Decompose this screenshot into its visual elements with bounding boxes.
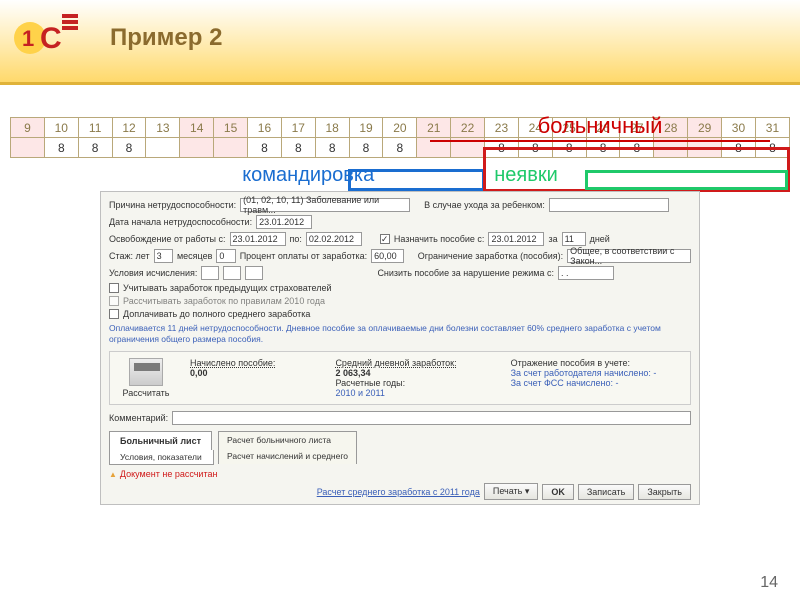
print-button[interactable]: Печать ▾ <box>484 483 539 500</box>
release-label: Освобождение от работы с: <box>109 234 226 244</box>
cal-val: 8 <box>281 138 315 158</box>
release-to-date[interactable]: 02.02.2012 <box>306 232 362 246</box>
cal-day: 20 <box>383 118 417 138</box>
accrued-value: 0,00 <box>190 368 275 378</box>
cal-day: 9 <box>11 118 45 138</box>
cal-day: 13 <box>146 118 180 138</box>
tab-calc-avg[interactable]: Расчет начислений и среднего <box>218 448 357 464</box>
for-label: за <box>548 234 557 244</box>
cal-day: 10 <box>44 118 78 138</box>
exp-m-label: месяцев <box>177 251 212 261</box>
cb-prev-insurers[interactable] <box>109 283 119 293</box>
exp-years[interactable]: 3 <box>154 249 173 263</box>
sick-leave-label: больничный <box>430 113 770 142</box>
reduce-label: Снизить пособие за нарушение режима с: <box>377 268 554 278</box>
cal-val: 8 <box>112 138 146 158</box>
cal-val <box>214 138 248 158</box>
calculate-button[interactable]: Рассчитать <box>116 358 176 398</box>
start-date[interactable]: 23.01.2012 <box>256 215 312 229</box>
cond-3[interactable] <box>245 266 263 280</box>
status-not-calculated: Документ не рассчитан <box>109 469 691 479</box>
reduce-date[interactable]: . . <box>558 266 614 280</box>
ok-button[interactable]: OK <box>542 484 574 500</box>
cal-val <box>180 138 214 158</box>
cal-day: 12 <box>112 118 146 138</box>
comment-label: Комментарий: <box>109 413 168 423</box>
sick-leave-form: Причина нетрудоспособности: (01, 02, 10,… <box>100 191 700 505</box>
page-number: 14 <box>760 574 778 592</box>
assign-label: Назначить пособие с: <box>394 234 485 244</box>
exp-label: Стаж: лет <box>109 251 150 261</box>
to-label: по: <box>290 234 302 244</box>
tab-calc-sick[interactable]: Расчет больничного листа <box>218 431 357 448</box>
cb-full-avg[interactable] <box>109 309 119 319</box>
cb3-label: Доплачивать до полного среднего заработк… <box>123 309 310 319</box>
cal-val: 8 <box>315 138 349 158</box>
cal-val: 8 <box>383 138 417 158</box>
header-separator <box>0 82 800 85</box>
cb-2010-rules[interactable] <box>109 296 119 306</box>
cal-day: 17 <box>281 118 315 138</box>
logo-1c: 1С <box>12 6 82 66</box>
cond-1[interactable] <box>201 266 219 280</box>
limit-input[interactable]: Общее, в соответствии с Закон... <box>567 249 691 263</box>
days-word: дней <box>590 234 610 244</box>
limit-label: Ограничение заработка (пособия): <box>418 251 563 261</box>
save-button[interactable]: Записать <box>578 484 634 500</box>
pct-input[interactable]: 60,00 <box>371 249 404 263</box>
calc-note: Оплачивается 11 дней нетрудоспособности.… <box>109 323 691 345</box>
svg-text:1: 1 <box>22 26 34 51</box>
tab-sub-conditions: Условия, показатели <box>109 450 214 465</box>
cal-val: 8 <box>44 138 78 158</box>
assign-date[interactable]: 23.01.2012 <box>488 232 544 246</box>
legend-absence: неявки <box>494 164 558 187</box>
cal-day: 16 <box>248 118 282 138</box>
legend-trip: командировка <box>242 164 374 187</box>
years-label: Расчетные годы: <box>335 378 456 388</box>
cal-val: 8 <box>349 138 383 158</box>
page-title: Пример 2 <box>110 24 222 52</box>
cal-val <box>11 138 45 158</box>
cond-2[interactable] <box>223 266 241 280</box>
reason-label: Причина нетрудоспособности: <box>109 200 236 210</box>
start-label: Дата начала нетрудоспособности: <box>109 217 252 227</box>
child-input[interactable] <box>549 198 669 212</box>
accrued-label: Начислено пособие: <box>190 358 275 368</box>
cal-day: 18 <box>315 118 349 138</box>
pct-label: Процент оплаты от заработка: <box>240 251 367 261</box>
reason-input[interactable]: (01, 02, 10, 11) Заболевание или травм..… <box>240 198 410 212</box>
cal-day: 19 <box>349 118 383 138</box>
comment-input[interactable] <box>172 411 691 425</box>
calc-summary: Рассчитать Начислено пособие: 0,00 Средн… <box>109 351 691 405</box>
cal-day: 14 <box>180 118 214 138</box>
child-label: В случае ухода за ребенком: <box>424 200 545 210</box>
avg-label: Средний дневной заработок: <box>335 358 456 368</box>
reflection-label: Отражение пособия в учете: <box>511 358 657 368</box>
cal-day: 11 <box>78 118 112 138</box>
cal-val <box>146 138 180 158</box>
close-button[interactable]: Закрыть <box>638 484 691 500</box>
exp-months[interactable]: 0 <box>216 249 235 263</box>
avg-calc-link[interactable]: Расчет среднего заработка с 2011 года <box>317 487 480 497</box>
reflection-fss: За счет ФСС начислено: - <box>511 378 657 388</box>
reflection-employer: За счет работодателя начислено: - <box>511 368 657 378</box>
cal-val: 8 <box>248 138 282 158</box>
avg-value: 2 063,34 <box>335 368 456 378</box>
release-from-date[interactable]: 23.01.2012 <box>230 232 286 246</box>
cal-val: 8 <box>78 138 112 158</box>
svg-text:С: С <box>40 22 62 55</box>
calculator-icon <box>129 358 163 386</box>
tab-sick-leave[interactable]: Больничный лист <box>109 431 212 450</box>
years-value: 2010 и 2011 <box>335 388 456 398</box>
calc-cond-label: Условия исчисления: <box>109 268 197 278</box>
cal-day: 15 <box>214 118 248 138</box>
cb2-label: Рассчитывать заработок по правилам 2010 … <box>123 296 325 306</box>
assign-checkbox[interactable] <box>380 234 390 244</box>
cb1-label: Учитывать заработок предыдущих страховат… <box>123 283 332 293</box>
days-count[interactable]: 11 <box>562 232 586 246</box>
